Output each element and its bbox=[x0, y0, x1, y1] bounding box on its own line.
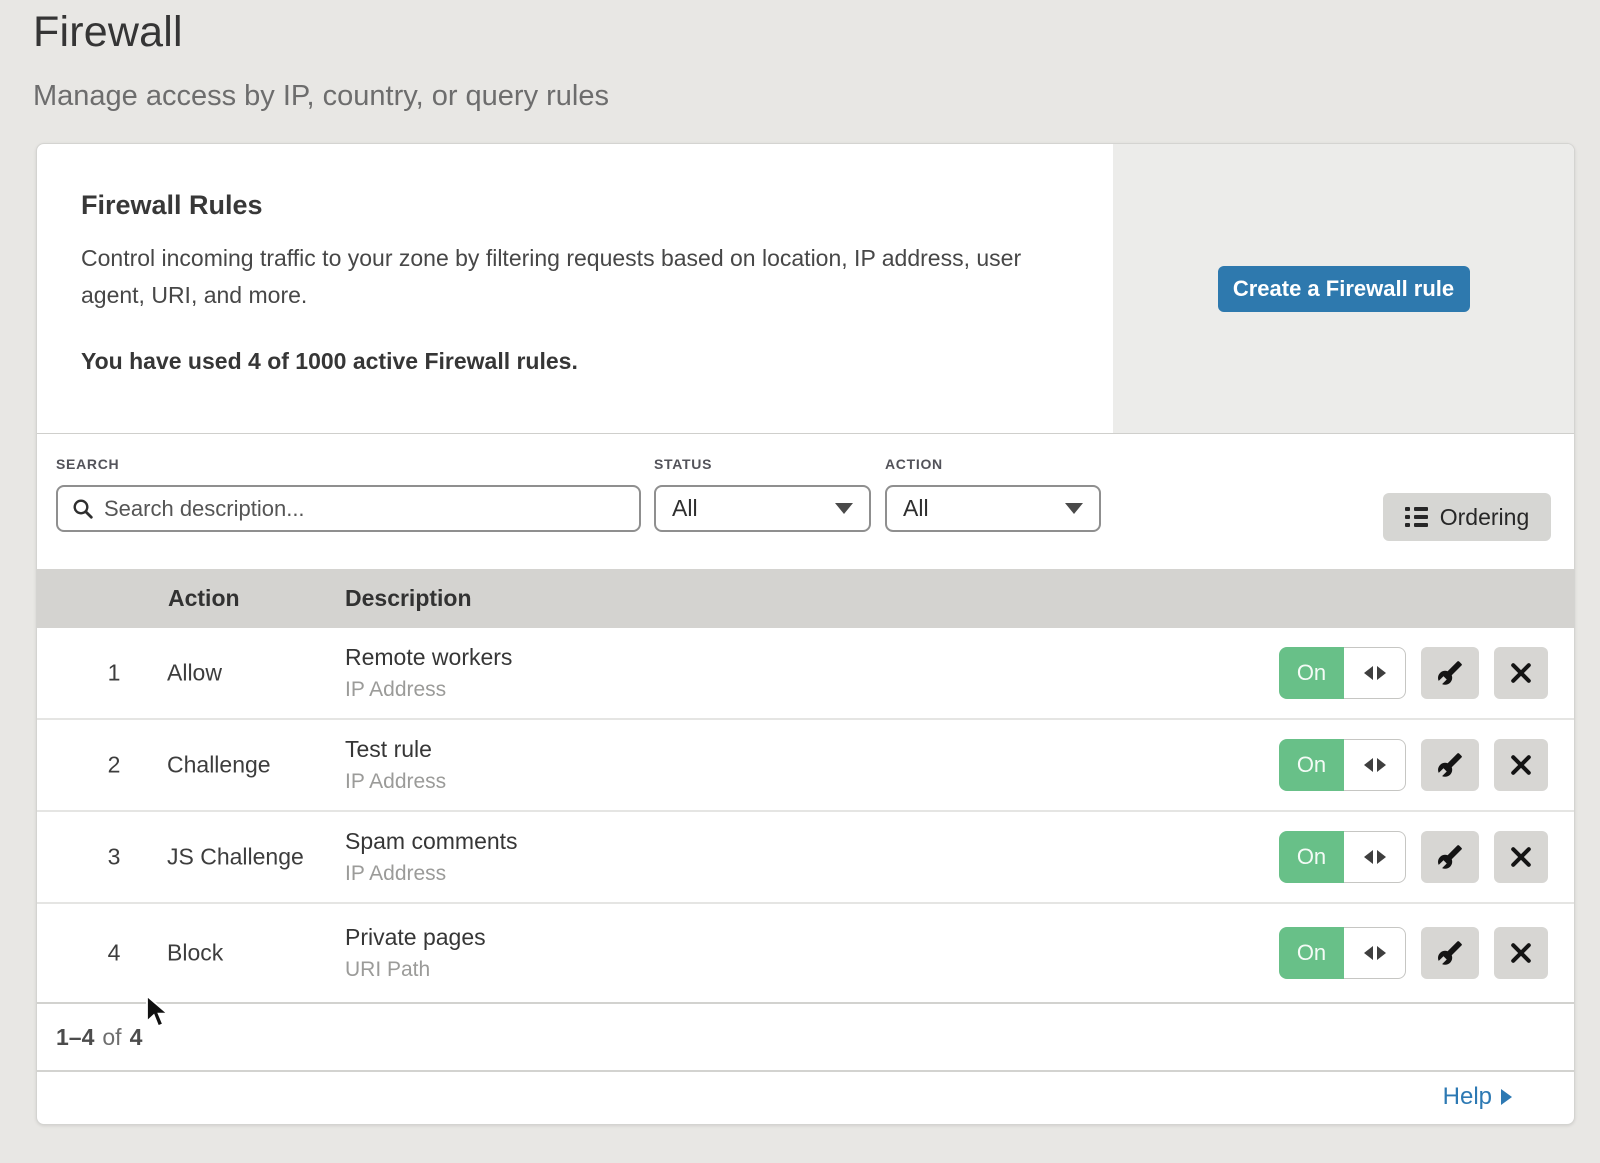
rule-priority: 2 bbox=[94, 752, 134, 779]
rule-priority: 1 bbox=[94, 660, 134, 687]
toggle-arrows-icon bbox=[1344, 739, 1406, 791]
table-header: Action Description bbox=[37, 569, 1574, 628]
page-title: Firewall bbox=[33, 8, 183, 57]
delete-rule-button[interactable] bbox=[1494, 739, 1548, 791]
rule-match-field: URI Path bbox=[345, 958, 486, 982]
help-link[interactable]: Help bbox=[1443, 1083, 1512, 1111]
toggle-arrows-icon bbox=[1344, 831, 1406, 883]
search-box bbox=[56, 485, 641, 532]
delete-rule-button[interactable] bbox=[1494, 831, 1548, 883]
toggle-on-label: On bbox=[1279, 831, 1344, 883]
close-icon bbox=[1509, 661, 1533, 685]
rule-enabled-toggle[interactable]: On bbox=[1279, 831, 1406, 883]
wrench-icon bbox=[1437, 660, 1463, 686]
rule-description-title: Private pages bbox=[345, 924, 486, 951]
ordering-button-label: Ordering bbox=[1440, 504, 1529, 531]
status-label: STATUS bbox=[654, 456, 712, 472]
pagination-of: of bbox=[102, 1024, 121, 1051]
pagination-range: 1–4 bbox=[56, 1024, 94, 1051]
help-link-label: Help bbox=[1443, 1083, 1492, 1111]
caret-down-icon bbox=[1065, 503, 1083, 514]
table-row: 2 Challenge Test rule IP Address On bbox=[37, 720, 1574, 812]
rule-priority: 3 bbox=[94, 844, 134, 871]
edit-rule-button[interactable] bbox=[1421, 739, 1479, 791]
toggle-on-label: On bbox=[1279, 647, 1344, 699]
rule-description-title: Remote workers bbox=[345, 644, 512, 671]
filter-bar: SEARCH STATUS ACTION All All bbox=[37, 434, 1574, 569]
close-icon bbox=[1509, 845, 1533, 869]
chevron-right-icon bbox=[1501, 1089, 1512, 1105]
ordered-list-icon bbox=[1405, 507, 1428, 527]
card-footer: Help bbox=[37, 1072, 1574, 1122]
section-description: Control incoming traffic to your zone by… bbox=[81, 240, 1033, 314]
firewall-rules-card: Firewall Rules Control incoming traffic … bbox=[36, 143, 1575, 1125]
edit-rule-button[interactable] bbox=[1421, 647, 1479, 699]
pagination-total: 4 bbox=[130, 1024, 143, 1051]
caret-down-icon bbox=[835, 503, 853, 514]
close-icon bbox=[1509, 753, 1533, 777]
rule-action: JS Challenge bbox=[167, 844, 304, 871]
rule-description-title: Spam comments bbox=[345, 828, 518, 855]
action-label: ACTION bbox=[885, 456, 943, 472]
ordering-button[interactable]: Ordering bbox=[1383, 493, 1551, 541]
edit-rule-button[interactable] bbox=[1421, 831, 1479, 883]
column-header-description: Description bbox=[345, 569, 472, 628]
delete-rule-button[interactable] bbox=[1494, 647, 1548, 699]
rule-description: Remote workers IP Address bbox=[345, 644, 512, 702]
wrench-icon bbox=[1437, 752, 1463, 778]
usage-note: You have used 4 of 1000 active Firewall … bbox=[81, 348, 578, 375]
action-select-value: All bbox=[903, 495, 929, 522]
close-icon bbox=[1509, 941, 1533, 965]
status-select-value: All bbox=[672, 495, 698, 522]
rule-match-field: IP Address bbox=[345, 862, 518, 886]
search-label: SEARCH bbox=[56, 456, 119, 472]
toggle-arrows-icon bbox=[1344, 647, 1406, 699]
section-heading: Firewall Rules bbox=[81, 190, 263, 221]
create-rule-panel: Create a Firewall rule bbox=[1113, 144, 1574, 433]
delete-rule-button[interactable] bbox=[1494, 927, 1548, 979]
rule-action: Block bbox=[167, 940, 223, 967]
toggle-on-label: On bbox=[1279, 739, 1344, 791]
edit-rule-button[interactable] bbox=[1421, 927, 1479, 979]
rule-action: Challenge bbox=[167, 752, 271, 779]
search-input[interactable] bbox=[104, 496, 627, 522]
table-row: 3 JS Challenge Spam comments IP Address … bbox=[37, 812, 1574, 904]
toggle-arrows-icon bbox=[1344, 927, 1406, 979]
toggle-on-label: On bbox=[1279, 927, 1344, 979]
wrench-icon bbox=[1437, 844, 1463, 870]
action-select[interactable]: All bbox=[885, 485, 1101, 532]
rule-enabled-toggle[interactable]: On bbox=[1279, 739, 1406, 791]
table-row: 1 Allow Remote workers IP Address On bbox=[37, 628, 1574, 720]
wrench-icon bbox=[1437, 940, 1463, 966]
search-icon bbox=[72, 498, 94, 520]
rule-action: Allow bbox=[167, 660, 222, 687]
rule-enabled-toggle[interactable]: On bbox=[1279, 647, 1406, 699]
table-row: 4 Block Private pages URI Path On bbox=[37, 904, 1574, 1004]
rule-description: Spam comments IP Address bbox=[345, 828, 518, 886]
pagination: 1–4 of 4 bbox=[37, 1004, 1574, 1072]
rule-enabled-toggle[interactable]: On bbox=[1279, 927, 1406, 979]
rule-description: Test rule IP Address bbox=[345, 736, 446, 794]
firewall-rules-intro: Firewall Rules Control incoming traffic … bbox=[37, 144, 1574, 434]
status-select[interactable]: All bbox=[654, 485, 871, 532]
column-header-action: Action bbox=[168, 569, 240, 628]
page-subtitle: Manage access by IP, country, or query r… bbox=[33, 80, 609, 113]
rule-description: Private pages URI Path bbox=[345, 924, 486, 982]
rule-priority: 4 bbox=[94, 940, 134, 967]
rule-match-field: IP Address bbox=[345, 678, 512, 702]
rule-match-field: IP Address bbox=[345, 770, 446, 794]
create-firewall-rule-button[interactable]: Create a Firewall rule bbox=[1218, 266, 1470, 312]
rule-description-title: Test rule bbox=[345, 736, 446, 763]
